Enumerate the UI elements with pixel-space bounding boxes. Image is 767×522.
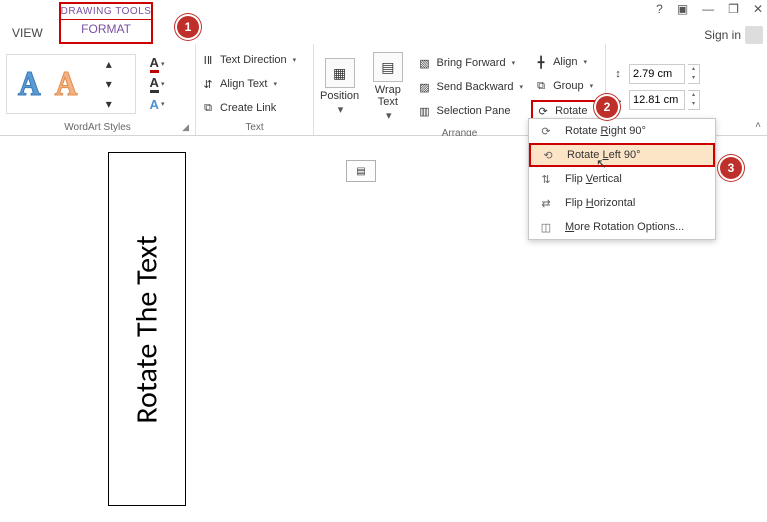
badge-1: 1 xyxy=(177,16,199,38)
height-icon: ↕ xyxy=(610,66,626,82)
text-direction-icon: ⅠⅡ xyxy=(200,52,216,68)
text-outline-button[interactable]: A▾ xyxy=(142,75,172,93)
position-icon: ▦ xyxy=(325,58,355,88)
menu-rotate-left-pre: Rotate xyxy=(567,149,602,161)
align-text-icon: ⇵ xyxy=(200,76,216,92)
menu-more-ul: M xyxy=(565,221,574,233)
menu-fliph-pre: Flip xyxy=(565,197,586,209)
rotate-menu: ⟳ Rotate Right 90° ⟲ Rotate Left 90° ⇅ F… xyxy=(528,118,716,240)
wordart-gallery-scroll: ▴ ▾ ▾ xyxy=(94,55,124,113)
help-icon[interactable]: ? xyxy=(656,2,663,16)
menu-fliph-post: orizontal xyxy=(594,197,636,209)
menu-rotate-right-post: ight 90° xyxy=(608,125,645,137)
group-label-wordart: WordArt Styles ◢ xyxy=(4,120,191,133)
menu-more-post: ore Rotation Options... xyxy=(574,221,684,233)
wordart-gallery[interactable]: A A ▴ ▾ ▾ xyxy=(6,54,136,114)
group-text: ⅠⅡ Text Direction▾ ⇵ Align Text▾ ⧉ Creat… xyxy=(196,44,314,135)
height-spinner[interactable]: ▴▾ xyxy=(688,64,700,84)
badge-2: 2 xyxy=(596,96,618,118)
group-wordart-styles: A A ▴ ▾ ▾ A▾ A▾ A▾ WordArt Styles ◢ xyxy=(0,44,196,135)
text-direction-button[interactable]: ⅠⅡ Text Direction▾ xyxy=(200,50,296,70)
restore-icon[interactable]: ❐ xyxy=(728,2,739,16)
send-backward-button[interactable]: ▨ Send Backward▾ xyxy=(415,77,526,97)
height-input[interactable] xyxy=(629,64,685,84)
close-icon[interactable]: ✕ xyxy=(753,2,763,16)
avatar-icon xyxy=(745,26,763,44)
page: Rotate The Text xyxy=(10,144,370,520)
bring-forward-button[interactable]: ▧ Bring Forward▾ xyxy=(415,53,526,73)
wordart-preset-blue[interactable]: A xyxy=(18,64,40,104)
sign-in[interactable]: Sign in xyxy=(704,26,763,44)
align-text-button[interactable]: ⇵ Align Text▾ xyxy=(200,74,296,94)
selection-pane-button[interactable]: ▥ Selection Pane xyxy=(415,101,526,121)
flip-horizontal-icon: ⇄ xyxy=(537,197,555,210)
wrap-text-button[interactable]: ▤ Wrap Text▾ xyxy=(367,48,408,126)
group-icon: ⧉ xyxy=(533,78,549,94)
text-fill-button[interactable]: A▾ xyxy=(142,55,172,73)
rotate-icon: ⟳ xyxy=(535,103,551,119)
menu-flip-horizontal[interactable]: ⇄ Flip Horizontal xyxy=(529,191,715,215)
sign-in-label: Sign in xyxy=(704,28,741,42)
flip-vertical-icon: ⇅ xyxy=(537,173,555,186)
menu-more-rotation[interactable]: ◫ More Rotation Options... xyxy=(529,215,715,239)
create-link-button[interactable]: ⧉ Create Link xyxy=(200,98,296,118)
position-button[interactable]: ▦ Position▾ xyxy=(318,54,361,120)
group-label-text: Text xyxy=(200,120,309,133)
tab-format[interactable]: FORMAT xyxy=(73,20,139,38)
gallery-up-icon[interactable]: ▴ xyxy=(94,55,124,73)
rotate-right-icon: ⟳ xyxy=(537,125,555,138)
text-effects-button[interactable]: A▾ xyxy=(142,95,172,113)
width-input[interactable] xyxy=(629,90,685,110)
menu-flip-vertical[interactable]: ⇅ Flip Vertical xyxy=(529,167,715,191)
menu-rotate-right-pre: Rotate xyxy=(565,125,600,137)
window-controls: ? ▣ — ❐ ✕ xyxy=(656,2,763,16)
width-spinner[interactable]: ▴▾ xyxy=(688,90,700,110)
height-row: ↕ ▴▾ xyxy=(610,64,700,84)
wordart-mini-buttons: A▾ A▾ A▾ xyxy=(142,55,172,113)
minimize-icon[interactable]: — xyxy=(702,2,714,16)
align-button[interactable]: ╋ Align▾ xyxy=(531,52,601,72)
gallery-more-icon[interactable]: ▾ xyxy=(94,95,124,113)
layout-options-icon: ▤ xyxy=(356,166,365,177)
tab-view[interactable]: VIEW xyxy=(0,20,55,44)
group-button[interactable]: ⧉ Group▾ xyxy=(531,76,601,96)
link-icon: ⧉ xyxy=(200,100,216,116)
dialog-launcher-icon[interactable]: ◢ xyxy=(182,122,189,133)
menu-flipv-pre: Flip xyxy=(565,173,586,185)
layout-options-button[interactable]: ▤ xyxy=(346,160,376,182)
width-row: ↔ ▴▾ xyxy=(610,90,700,110)
menu-rotate-right[interactable]: ⟳ Rotate Right 90° xyxy=(529,119,715,143)
ribbon-display-icon[interactable]: ▣ xyxy=(677,2,688,16)
menu-rotate-left-post: eft 90° xyxy=(609,149,641,161)
menu-flipv-ul: V xyxy=(586,173,593,185)
selection-pane-icon: ▥ xyxy=(417,103,433,119)
badge-3: 3 xyxy=(720,157,742,179)
send-backward-icon: ▨ xyxy=(417,79,433,95)
align-icon: ╋ xyxy=(533,54,549,70)
menu-rotate-left[interactable]: ⟲ Rotate Left 90° xyxy=(529,143,715,167)
contextual-tab-drawing-tools: DRAWING TOOLS FORMAT xyxy=(59,2,154,44)
title-bar: VIEW DRAWING TOOLS FORMAT ? ▣ — ❐ ✕ Sign… xyxy=(0,0,767,44)
rotate-left-icon: ⟲ xyxy=(539,149,557,162)
gallery-down-icon[interactable]: ▾ xyxy=(94,75,124,93)
wrap-text-icon: ▤ xyxy=(373,52,403,82)
more-rotation-icon: ◫ xyxy=(537,221,555,234)
contextual-title: DRAWING TOOLS xyxy=(61,4,152,20)
text-box[interactable]: Rotate The Text xyxy=(108,152,186,506)
text-box-content: Rotate The Text xyxy=(129,235,166,423)
wordart-preset-orange[interactable]: A xyxy=(55,64,77,104)
menu-fliph-ul: H xyxy=(586,197,594,209)
menu-flipv-post: ertical xyxy=(593,173,622,185)
collapse-ribbon-icon[interactable]: ˄ xyxy=(755,120,761,131)
bring-forward-icon: ▧ xyxy=(417,55,433,71)
tab-strip: VIEW DRAWING TOOLS FORMAT xyxy=(0,0,153,44)
